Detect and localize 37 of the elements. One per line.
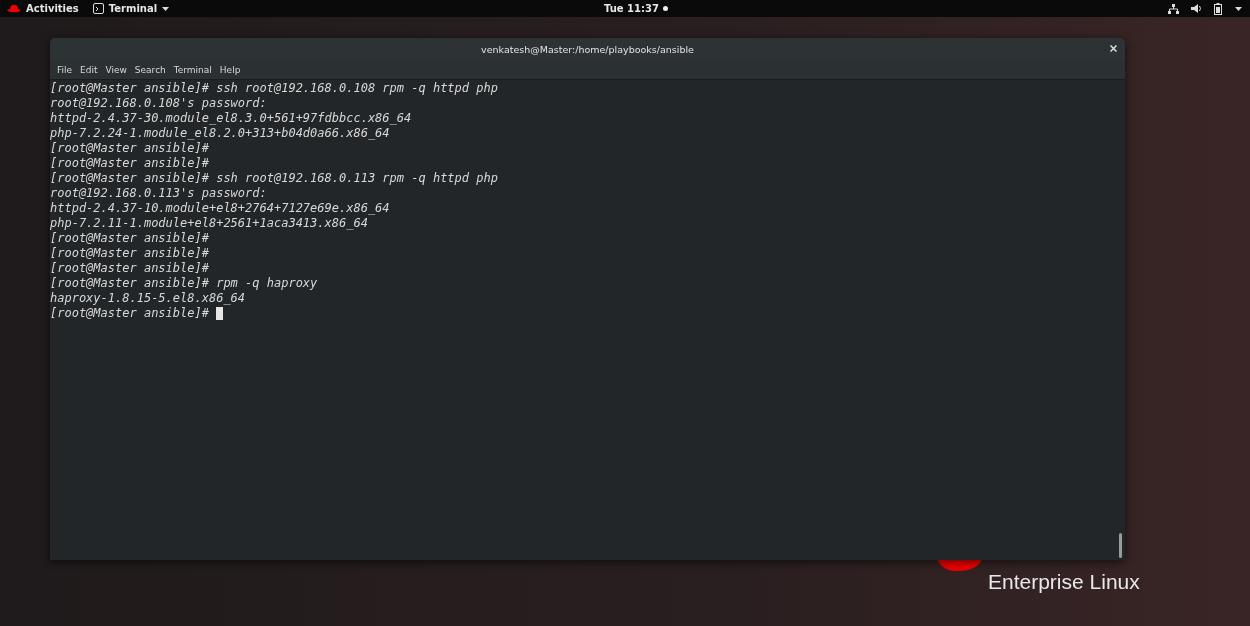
scrollbar[interactable] <box>1119 533 1122 558</box>
menu-item[interactable]: File <box>53 65 77 75</box>
hat-icon <box>7 4 21 13</box>
terminal-line: [root@Master ansible]# <box>50 261 209 276</box>
terminal-line: [root@Master ansible]# <box>50 246 209 261</box>
battery-icon <box>1214 2 1223 15</box>
terminal-line: root@192.168.0.108's password: <box>50 96 267 111</box>
app-menu[interactable]: Terminal <box>92 3 170 14</box>
terminal-line: [root@Master ansible]# <box>50 156 209 171</box>
caret-icon <box>162 6 170 11</box>
terminal-line: httpd-2.4.37-30.module_el8.3.0+561+97fdbbcc.x86_64 <box>50 111 412 126</box>
network-icon <box>1168 3 1179 14</box>
terminal-line: [root@Master ansible]# <box>50 231 209 246</box>
notification-dot-icon <box>662 6 668 11</box>
terminal-line: httpd-2.4.37-10.module+el8+2764+7127e69e.x86_64 <box>50 201 390 216</box>
terminal-line: [root@Master ansible]# <box>50 306 210 321</box>
menu-item[interactable]: Terminal <box>169 65 216 75</box>
terminal-icon <box>92 3 104 14</box>
close-icon[interactable] <box>1110 45 1117 52</box>
terminal-line: root@192.168.0.113's password: <box>50 186 267 201</box>
terminal-line: [root@Master ansible]# rpm -q haproxy <box>50 276 318 291</box>
terminal-line: haproxy-1.8.15-5.el8.x86_64 <box>50 291 246 306</box>
caret-icon <box>1235 6 1242 11</box>
terminal-line: [root@Master ansible]# ssh root@192.168.0.113 rpm -q httpd php <box>50 171 498 186</box>
terminal-line: [root@Master ansible]# <box>50 141 209 156</box>
menu-item[interactable]: Search <box>130 65 170 75</box>
terminal-line: php-7.2.11-1.module+el8+2561+1aca3413.x86_64 <box>50 216 368 231</box>
activities-button[interactable]: Activities <box>7 3 79 14</box>
terminal-line: [root@Master ansible]# ssh root@192.168.0.108 rpm -q httpd php <box>50 81 498 96</box>
menu-item[interactable]: Edit <box>76 65 102 75</box>
terminal-line: php-7.2.24-1.module_el8.2.0+313+b04d0a66.x86_64 <box>50 126 390 141</box>
menu-item[interactable]: Help <box>215 65 245 75</box>
logo-text: Enterprise Linux <box>988 570 1140 594</box>
window-title: venkatesh@Master:/home/playbooks/ansible <box>481 44 694 55</box>
volume-icon <box>1191 4 1202 13</box>
clock[interactable]: Tue 11:37 <box>604 3 668 14</box>
menu-item[interactable]: View <box>101 65 131 75</box>
